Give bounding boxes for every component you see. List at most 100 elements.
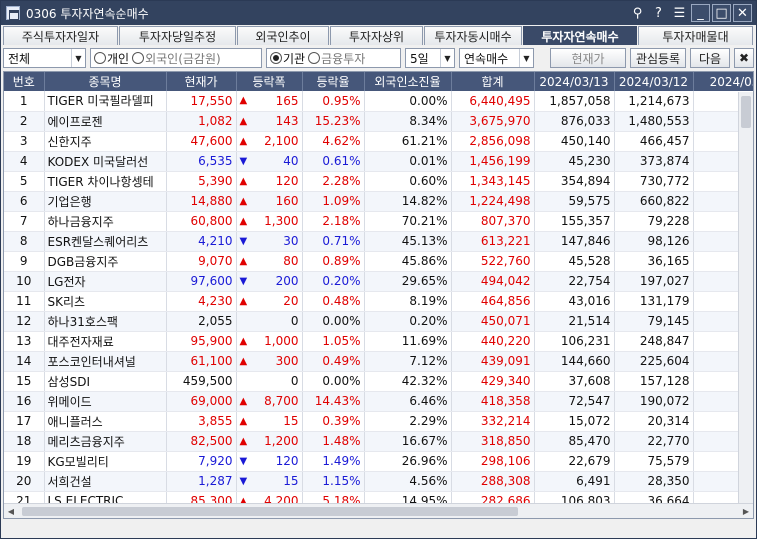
tab-investor-top[interactable]: 투자자상위 (330, 26, 423, 45)
scroll-left-icon[interactable]: ◀ (4, 504, 18, 518)
cell-name[interactable]: 하나금융지주 (44, 211, 167, 232)
col-header-price[interactable]: 현재가 (166, 72, 237, 91)
tab-investor-simultaneous[interactable]: 투자자동시매수 (424, 26, 522, 45)
cell-price: 17,550 (166, 91, 237, 112)
cell-price: 47,600 (166, 131, 237, 152)
cell-name[interactable]: SK리츠 (44, 291, 167, 312)
table-row[interactable]: 19 KG모빌리티 7,920 ▼ 120 1.49% 26.96% 298,106 22,67… (4, 451, 753, 472)
cell-name[interactable]: KODEX 미국달러선 (44, 151, 167, 172)
current-price-button[interactable]: 현재가 (550, 48, 626, 68)
scrollbar-thumb[interactable] (741, 96, 751, 128)
table-header-row: 번호 종목명 현재가 등락폭 등락율 외국인소진율 합계 2024/03/13 … (4, 72, 753, 91)
table-row[interactable]: 12 하나31호스팩 2,055 0 0.00% 0.20% 450,071 21,514 79… (4, 311, 753, 332)
cell-name[interactable]: 메리츠금융지주 (44, 431, 167, 452)
col-header-sum[interactable]: 합계 (451, 72, 535, 91)
table-row[interactable]: 8 ESR켄달스퀘어리츠 4,210 ▼ 30 0.71% 45.13% 613,221 147… (4, 231, 753, 252)
cell-change: ▲ 80 (236, 251, 303, 272)
cell-name[interactable]: KG모빌리티 (44, 451, 167, 472)
col-header-date2[interactable]: 2024/03/12 (614, 72, 694, 91)
cell-name[interactable]: 포스코인터내셔널 (44, 351, 167, 372)
close-panel-icon[interactable]: ✖ (734, 48, 754, 68)
table-row[interactable]: 18 메리츠금융지주 82,500 ▲ 1,200 1.48% 16.67% 318,850 8… (4, 431, 753, 452)
cell-rate: 0.48% (302, 291, 365, 312)
tab-investor-estimate[interactable]: 투자자당일추정 (119, 26, 236, 45)
cell-name[interactable]: 삼성SDI (44, 371, 167, 392)
cell-sum: 613,221 (451, 231, 535, 252)
menu-icon[interactable]: ☰ (670, 4, 689, 22)
col-header-foreign[interactable]: 외국인소진율 (364, 72, 452, 91)
table-row[interactable]: 10 LG전자 97,600 ▼ 200 0.20% 29.65% 494,042 22,754… (4, 271, 753, 292)
cell-change: 0 (236, 311, 303, 332)
col-header-no[interactable]: 번호 (4, 72, 45, 91)
table-row[interactable]: 9 DGB금융지주 9,070 ▲ 80 0.89% 45.86% 522,760 45,528… (4, 251, 753, 272)
table-row[interactable]: 1 TIGER 미국필라델피 17,550 ▲ 165 0.95% 0.00% 6,440,4… (4, 91, 753, 112)
app-icon (6, 6, 20, 20)
table-row[interactable]: 11 SK리츠 4,230 ▲ 20 0.48% 8.19% 464,856 43,016 131… (4, 291, 753, 312)
mode-select[interactable]: 연속매수 ▼ (459, 48, 534, 68)
table-row[interactable]: 17 애니플러스 3,855 ▲ 15 0.39% 2.29% 332,214 15,072 20… (4, 411, 753, 432)
table-row[interactable]: 2 에이프로젠 1,082 ▲ 143 15.23% 8.34% 3,675,970 876,0… (4, 111, 753, 132)
horizontal-scrollbar[interactable]: ◀ ▶ (4, 503, 753, 518)
tab-investor-supply[interactable]: 투자자매물대 (638, 26, 753, 45)
radio-individual-label: 개인 (107, 51, 130, 66)
close-window-button[interactable]: ✕ (733, 4, 752, 22)
cell-change: ▲ 2,100 (236, 131, 303, 152)
table-row[interactable]: 4 KODEX 미국달러선 6,535 ▼ 40 0.61% 0.01% 1,456,199 4… (4, 151, 753, 172)
cell-name[interactable]: 에이프로젠 (44, 111, 167, 132)
table-row[interactable]: 15 삼성SDI 459,500 0 0.00% 42.32% 429,340 37,608 1… (4, 371, 753, 392)
cell-price: 61,100 (166, 351, 237, 372)
period-select[interactable]: 5일 ▼ (405, 48, 455, 68)
cell-name[interactable]: TIGER 차이나항셍테 (44, 171, 167, 192)
radio-circle-icon (308, 52, 321, 64)
radio-individual[interactable]: 개인 (94, 50, 129, 67)
vertical-scrollbar[interactable] (738, 92, 753, 504)
tab-investor-daily[interactable]: 주식투자자일자 (3, 26, 118, 45)
table-row[interactable]: 16 위메이드 69,000 ▲ 8,700 14.43% 6.46% 418,358 72,5… (4, 391, 753, 412)
col-header-rate[interactable]: 등락율 (302, 72, 365, 91)
scroll-right-icon[interactable]: ▶ (739, 504, 753, 518)
cell-date2: 22,770 (614, 431, 694, 452)
col-header-name[interactable]: 종목명 (44, 72, 167, 91)
pin-icon[interactable]: ⚲ (628, 4, 647, 22)
cell-name[interactable]: DGB금융지주 (44, 251, 167, 272)
minimize-button[interactable]: _ (691, 4, 710, 22)
tab-foreign-trend[interactable]: 외국인추이 (237, 26, 329, 45)
radio-financial-investment[interactable]: 금융투자 (308, 50, 365, 67)
add-watchlist-button[interactable]: 관심등록 (630, 48, 686, 68)
table-row[interactable]: 6 기업은행 14,880 ▲ 160 1.09% 14.82% 1,224,498 59,57… (4, 191, 753, 212)
col-header-change[interactable]: 등락폭 (236, 72, 303, 91)
cell-date1: 144,660 (534, 351, 615, 372)
cell-change: 0 (236, 371, 303, 392)
cell-no: 19 (4, 451, 45, 472)
maximize-button[interactable]: □ (712, 4, 731, 22)
scrollbar-thumb[interactable] (22, 507, 518, 516)
table-row[interactable]: 7 하나금융지주 60,800 ▲ 1,300 2.18% 70.21% 807,370 155… (4, 211, 753, 232)
cell-name[interactable]: TIGER 미국필라델피 (44, 91, 167, 112)
cell-date2: 373,874 (614, 151, 694, 172)
cell-name[interactable]: ESR켄달스퀘어리츠 (44, 231, 167, 252)
radio-institution[interactable]: 기관 (270, 50, 305, 67)
table-row[interactable]: 14 포스코인터내셔널 61,100 ▲ 300 0.49% 7.12% 439,091 144… (4, 351, 753, 372)
cell-name[interactable]: 하나31호스팩 (44, 311, 167, 332)
radio-selected-icon (270, 52, 282, 64)
next-button[interactable]: 다음 (690, 48, 730, 68)
col-header-date3[interactable]: 2024/03 (693, 72, 753, 91)
table-row[interactable]: 13 대주전자재료 95,900 ▲ 1,000 1.05% 11.69% 440,220 10… (4, 331, 753, 352)
table-row[interactable]: 20 서희건설 1,287 ▼ 15 1.15% 4.56% 288,308 6,491 28,3… (4, 471, 753, 492)
market-select[interactable]: 전체 ▼ (3, 48, 86, 68)
cell-name[interactable]: 대주전자재료 (44, 331, 167, 352)
cell-name[interactable]: 서희건설 (44, 471, 167, 492)
cell-name[interactable]: 신한지주 (44, 131, 167, 152)
tab-investor-consecutive[interactable]: 투자자연속매수 (523, 26, 637, 45)
col-header-date1[interactable]: 2024/03/13 (534, 72, 615, 91)
cell-name[interactable]: LG전자 (44, 271, 167, 292)
radio-foreign[interactable]: 외국인(금감원) (132, 50, 221, 67)
cell-foreign: 8.34% (364, 111, 452, 132)
cell-no: 6 (4, 191, 45, 212)
cell-name[interactable]: 위메이드 (44, 391, 167, 412)
cell-name[interactable]: 애니플러스 (44, 411, 167, 432)
cell-name[interactable]: 기업은행 (44, 191, 167, 212)
help-icon[interactable]: ? (649, 4, 668, 22)
table-row[interactable]: 5 TIGER 차이나항셍테 5,390 ▲ 120 2.28% 0.60% 1,343,14… (4, 171, 753, 192)
table-row[interactable]: 3 신한지주 47,600 ▲ 2,100 4.62% 61.21% 2,856,098 450… (4, 131, 753, 152)
